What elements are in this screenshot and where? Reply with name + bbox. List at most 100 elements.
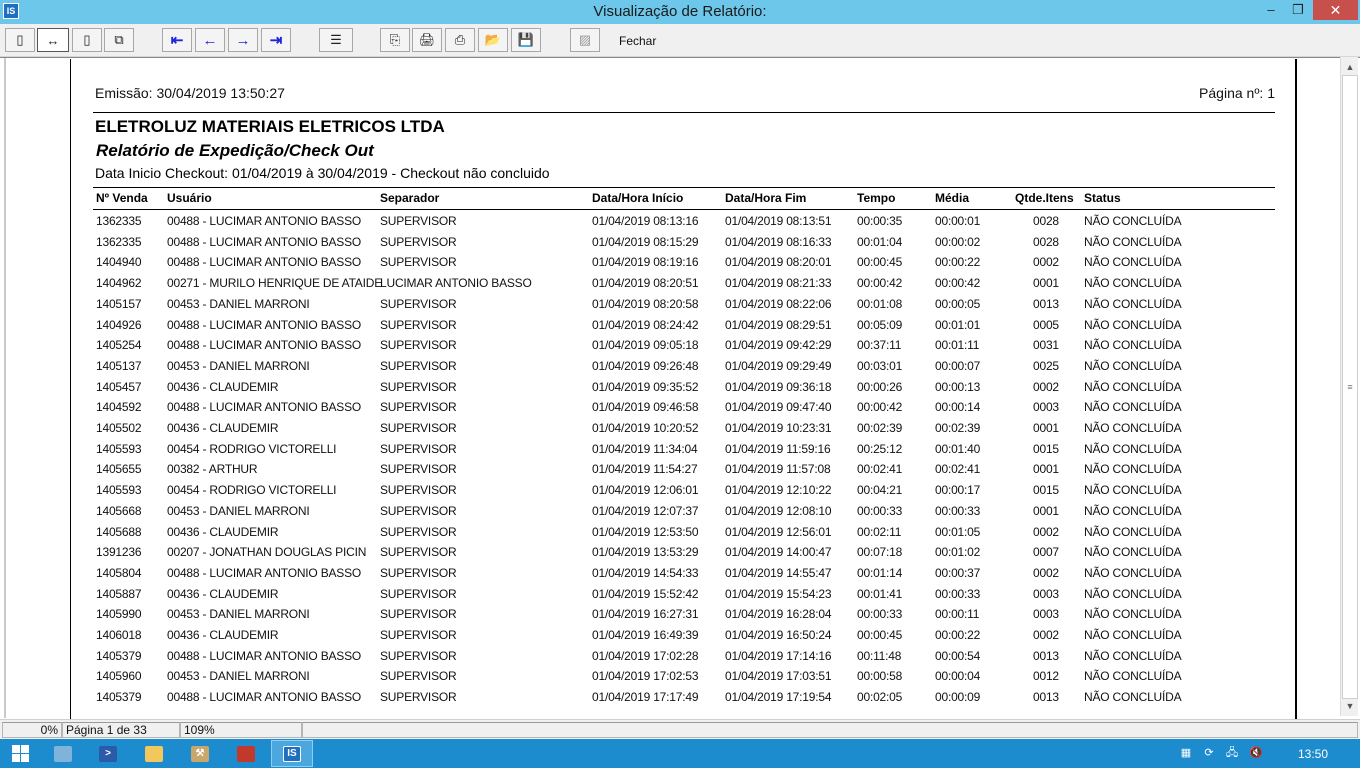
cell-tempo: 00:03:01: [857, 358, 903, 373]
cell-separador: SUPERVISOR: [380, 503, 457, 518]
cell-tempo: 00:01:14: [857, 565, 903, 580]
next-page-button[interactable]: →: [228, 28, 258, 52]
print-setup-button[interactable]: 🖨: [412, 28, 442, 52]
taskbar-report-app[interactable]: IS: [271, 740, 313, 767]
cell-inicio: 01/04/2019 09:35:52: [592, 379, 699, 394]
print-button[interactable]: ⎙: [445, 28, 475, 52]
single-page-button[interactable]: ▯: [5, 28, 35, 52]
app-launcher-icon: [237, 745, 255, 762]
sync-icon[interactable]: ⟳: [1201, 745, 1217, 761]
cell-media: 00:00:04: [935, 669, 981, 684]
cell-fim: 01/04/2019 08:13:51: [725, 214, 832, 228]
maximize-button[interactable]: ❐: [1285, 0, 1311, 20]
last-page-button[interactable]: ⇥: [261, 28, 291, 52]
taskbar-file-explorer[interactable]: [133, 740, 175, 767]
minimize-button[interactable]: –: [1258, 0, 1284, 20]
cell-fim: 01/04/2019 12:10:22: [725, 483, 832, 498]
cell-venda: 1404592: [96, 400, 142, 415]
cell-qtde: 0001: [1033, 462, 1059, 477]
powershell-icon: >: [99, 745, 117, 762]
cell-inicio: 01/04/2019 09:05:18: [592, 338, 699, 353]
cell-fim: 01/04/2019 11:57:08: [725, 462, 831, 477]
cell-status: NÃO CONCLUÍDA: [1084, 545, 1182, 560]
network-icon[interactable]: 🖧: [1224, 745, 1240, 761]
cell-tempo: 00:05:09: [857, 317, 903, 332]
table-row: 1405157 00453 - DANIEL MARRONI SUPERVISOR 0…: [71, 297, 1295, 317]
cell-usuario: 00382 - ARTHUR: [167, 462, 258, 477]
table-row: 1404592 00488 - LUCIMAR ANTONIO BASSO SUPE…: [71, 400, 1295, 420]
page-status: Página 1 de 33: [62, 722, 180, 738]
copy-page-icon: ⎘: [389, 32, 401, 47]
taskbar-powershell[interactable]: >: [87, 740, 129, 767]
input-method-icon[interactable]: ▦: [1178, 745, 1194, 761]
cell-inicio: 01/04/2019 09:26:48: [592, 358, 699, 373]
cell-usuario: 00436 - CLAUDEMIR: [167, 421, 279, 435]
cell-tempo: 00:02:41: [857, 462, 903, 477]
table-row: 1405254 00488 - LUCIMAR ANTONIO BASSO SUPE…: [71, 338, 1295, 358]
scrollbar-thumb[interactable]: ≡: [1342, 75, 1358, 699]
cell-qtde: 0001: [1033, 503, 1059, 518]
divider: [93, 112, 1275, 113]
toolbar: ▯ ↔ ▯ ⧉ ⇤ ← → ⇥ ☰ ⎘ 🖨 ⎙ 📂 💾 ▨ Fechar: [0, 24, 1360, 57]
cell-tempo: 00:00:35: [857, 214, 903, 228]
cell-venda: 1405502: [96, 421, 142, 435]
start-button[interactable]: [0, 739, 40, 768]
cell-usuario: 00488 - LUCIMAR ANTONIO BASSO: [167, 565, 362, 580]
fechar-button[interactable]: Fechar: [619, 34, 656, 48]
first-page-button[interactable]: ⇤: [162, 28, 192, 52]
vertical-scrollbar[interactable]: ▲ ≡ ▼: [1340, 57, 1358, 716]
tools-icon: ⚒: [191, 745, 209, 762]
cell-tempo: 00:01:04: [857, 234, 903, 249]
cell-venda: 1404962: [96, 276, 142, 291]
table-row: 1362335 00488 - LUCIMAR ANTONIO BASSO SUPE…: [71, 235, 1295, 255]
taskbar-server-manager[interactable]: [42, 740, 84, 767]
taskbar-tools[interactable]: ⚒: [179, 740, 221, 767]
status-empty: [302, 722, 1358, 738]
cell-status: NÃO CONCLUÍDA: [1084, 524, 1182, 539]
full-page-button[interactable]: ▯: [72, 28, 102, 52]
cell-status: NÃO CONCLUÍDA: [1084, 628, 1182, 642]
report-page: Emissão: 30/04/2019 13:50:27 Página nº: …: [70, 59, 1297, 759]
volume-muted-icon[interactable]: 🔇: [1248, 745, 1264, 761]
multi-page-button[interactable]: ⧉: [104, 28, 134, 52]
cell-media: 00:01:01: [935, 317, 981, 332]
cell-media: 00:00:07: [935, 358, 981, 373]
cell-venda: 1404940: [96, 255, 142, 270]
table-row: 1405593 00454 - RODRIGO VICTORELLI SUPERVI…: [71, 483, 1295, 503]
copy-page-button[interactable]: ⎘: [380, 28, 410, 52]
cell-media: 00:02:41: [935, 462, 981, 477]
clock: 13:50: [1298, 747, 1329, 761]
cell-qtde: 0001: [1033, 276, 1059, 291]
cell-usuario: 00454 - RODRIGO VICTORELLI: [167, 483, 337, 498]
disabled-tool-button[interactable]: ▨: [570, 28, 600, 52]
last-page-icon: ⇥: [269, 32, 283, 49]
cell-venda: 1405655: [96, 462, 142, 477]
previous-page-button[interactable]: ←: [195, 28, 225, 52]
save-icon: 💾: [517, 32, 535, 47]
goto-page-button[interactable]: ☰: [319, 28, 353, 52]
cell-status: NÃO CONCLUÍDA: [1084, 338, 1182, 353]
table-row: 1405502 00436 - CLAUDEMIR SUPERVISOR 01/04/…: [71, 421, 1295, 441]
cell-usuario: 00488 - LUCIMAR ANTONIO BASSO: [167, 317, 362, 332]
save-button[interactable]: 💾: [511, 28, 541, 52]
cell-separador: SUPERVISOR: [380, 317, 457, 332]
cell-tempo: 00:00:33: [857, 503, 903, 518]
column-header-venda: Nº Venda: [96, 191, 148, 205]
table-row: 1405457 00436 - CLAUDEMIR SUPERVISOR 01/04/…: [71, 380, 1295, 400]
divider: [93, 209, 1275, 210]
scroll-down-icon[interactable]: ▼: [1342, 698, 1358, 714]
cell-fim: 01/04/2019 17:19:54: [725, 690, 832, 705]
taskbar-app-launcher[interactable]: [225, 740, 267, 767]
cell-inicio: 01/04/2019 17:17:49: [592, 690, 699, 705]
cell-inicio: 01/04/2019 15:52:42: [592, 586, 699, 601]
close-window-button[interactable]: ✕: [1313, 0, 1358, 20]
single-page-icon: ▯: [16, 32, 24, 47]
cell-venda: 1406018: [96, 628, 142, 642]
cell-status: NÃO CONCLUÍDA: [1084, 317, 1182, 332]
open-file-button[interactable]: 📂: [478, 28, 508, 52]
cell-inicio: 01/04/2019 14:54:33: [592, 565, 699, 580]
cell-qtde: 0003: [1033, 607, 1059, 622]
cell-tempo: 00:00:58: [857, 669, 903, 684]
scroll-up-icon[interactable]: ▲: [1342, 59, 1358, 75]
fit-width-button[interactable]: ↔: [37, 28, 69, 52]
